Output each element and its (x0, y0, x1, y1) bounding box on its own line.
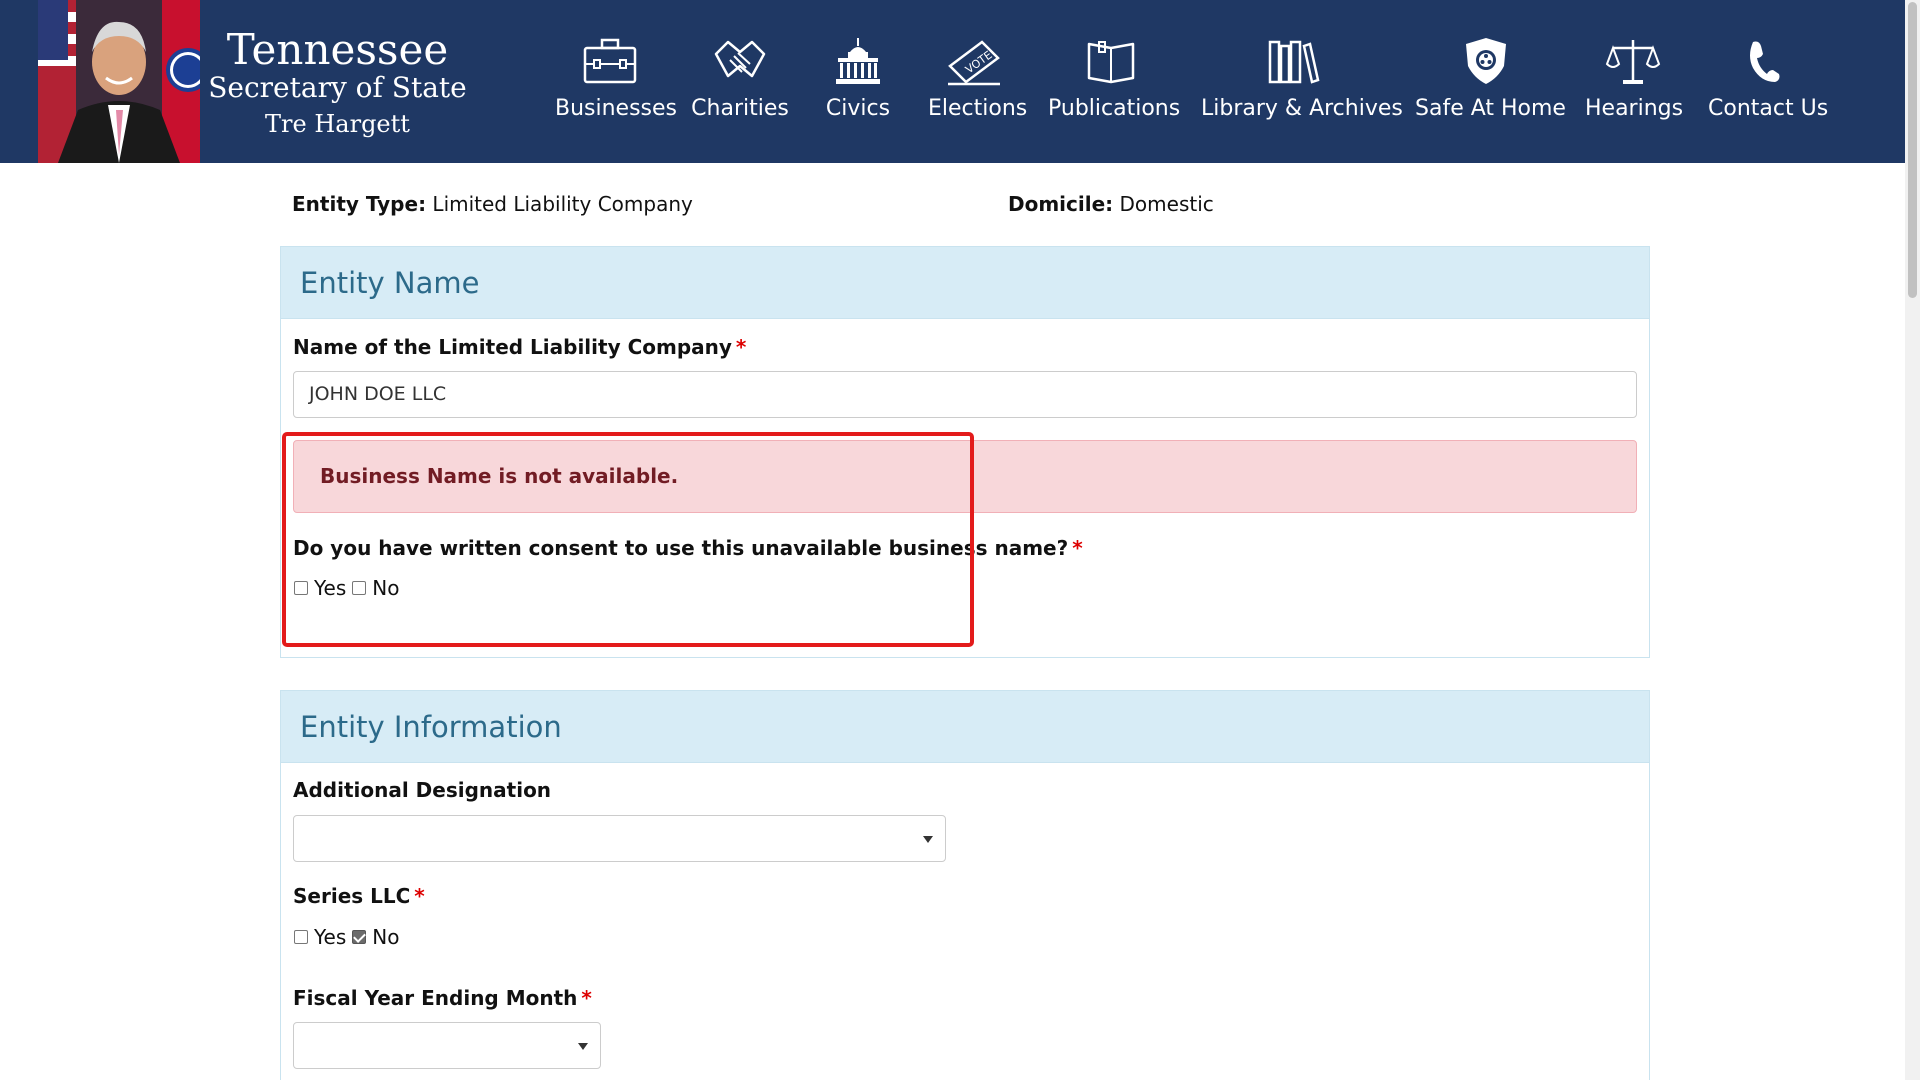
name-unavailable-alert: Business Name is not available. (293, 440, 1637, 513)
domicile-value: Domestic (1119, 192, 1214, 216)
chevron-down-icon (578, 1043, 588, 1050)
required-mark: * (1072, 536, 1083, 560)
consent-no-label[interactable]: No (372, 576, 399, 600)
nav-publications[interactable]: Publications (1048, 36, 1181, 121)
nav-label: Charities (691, 96, 789, 121)
entity-type-info: Entity Type: Limited Liability Company (292, 192, 693, 216)
nav-label: Businesses (555, 96, 678, 121)
nav-civics[interactable]: Civics (818, 36, 898, 121)
capitol-icon (836, 38, 880, 84)
entity-name-title: Entity Name (300, 266, 480, 300)
additional-designation-select[interactable] (293, 815, 946, 862)
nav-contact-us[interactable]: Contact Us (1708, 36, 1829, 121)
brand-name: Tre Hargett (265, 110, 410, 138)
site-header: Tennessee Secretary of State Tre Hargett… (0, 0, 1905, 163)
required-mark: * (735, 335, 747, 359)
required-mark: * (581, 986, 592, 1010)
series-llc-label-text: Series LLC (293, 884, 411, 908)
alert-text: Business Name is not available. (320, 464, 679, 488)
nav-businesses[interactable]: Businesses (555, 36, 678, 121)
entity-information-header: Entity Information (281, 691, 1649, 763)
briefcase-icon (583, 38, 637, 84)
handshake-icon (714, 40, 766, 78)
nav-label: Library & Archives (1201, 96, 1403, 121)
required-mark: * (414, 884, 425, 908)
entity-information-title: Entity Information (300, 710, 562, 744)
vote-icon: VOTE (948, 40, 1000, 86)
series-yes-label[interactable]: Yes (314, 925, 346, 949)
portrait-image (38, 0, 200, 163)
series-no-checkbox[interactable] (352, 930, 367, 944)
domicile-info: Domicile: Domestic (1008, 192, 1214, 216)
brand-state: Tennessee (226, 25, 449, 74)
nav-label: Civics (825, 96, 891, 121)
portrait-photo-icon (38, 0, 200, 163)
company-name-input[interactable]: JOHN DOE LLC (293, 371, 1637, 418)
brand-office: Secretary of State (208, 71, 467, 104)
entity-type-value: Limited Liability Company (432, 192, 693, 216)
consent-yes-checkbox[interactable] (294, 581, 308, 595)
library-icon (1268, 40, 1320, 84)
nav-safe-at-home[interactable]: Safe At Home (1415, 36, 1566, 121)
phone-icon (1750, 41, 1780, 82)
consent-question-text: Do you have written consent to use this … (293, 536, 1069, 560)
nav-hearings[interactable]: Hearings (1585, 36, 1684, 121)
domicile-label: Domicile: (1008, 192, 1114, 216)
nav-label: Safe At Home (1415, 96, 1566, 121)
company-name-label: Name of the Limited Liability Company * (293, 335, 746, 359)
series-llc-label: Series LLC * (293, 884, 425, 908)
nav-label: Contact Us (1708, 96, 1829, 121)
consent-options: Yes No (294, 576, 404, 600)
nav-charities[interactable]: Charities (690, 36, 790, 121)
nav-label: Publications (1048, 96, 1181, 121)
fiscal-year-label: Fiscal Year Ending Month * (293, 986, 592, 1010)
nav-label: Elections (928, 96, 1028, 121)
nav-library-archives[interactable]: Library & Archives (1201, 36, 1403, 121)
nav-label: Hearings (1585, 96, 1684, 121)
book-icon (1087, 41, 1134, 84)
brand-title[interactable]: Tennessee Secretary of State Tre Hargett (205, 28, 470, 144)
entity-type-label: Entity Type: (292, 192, 427, 216)
company-name-label-text: Name of the Limited Liability Company (293, 335, 732, 359)
entity-name-header: Entity Name (281, 247, 1649, 319)
consent-question-label: Do you have written consent to use this … (293, 536, 1083, 560)
scales-icon (1605, 40, 1661, 84)
series-yes-checkbox[interactable] (294, 930, 308, 944)
series-no-label[interactable]: No (372, 925, 399, 949)
consent-no-checkbox[interactable] (352, 581, 367, 595)
nav-elections[interactable]: VOTE Elections (928, 36, 1028, 121)
consent-yes-label[interactable]: Yes (314, 576, 346, 600)
chevron-down-icon (923, 836, 933, 843)
vertical-scrollbar[interactable] (1905, 0, 1920, 1080)
shield-icon (1466, 38, 1506, 84)
additional-designation-label: Additional Designation (293, 778, 552, 802)
fiscal-year-label-text: Fiscal Year Ending Month (293, 986, 578, 1010)
series-llc-options: Yes No (294, 925, 404, 949)
company-name-value: JOHN DOE LLC (309, 383, 447, 405)
fiscal-year-select[interactable] (293, 1022, 601, 1069)
scrollbar-thumb[interactable] (1908, 2, 1917, 298)
